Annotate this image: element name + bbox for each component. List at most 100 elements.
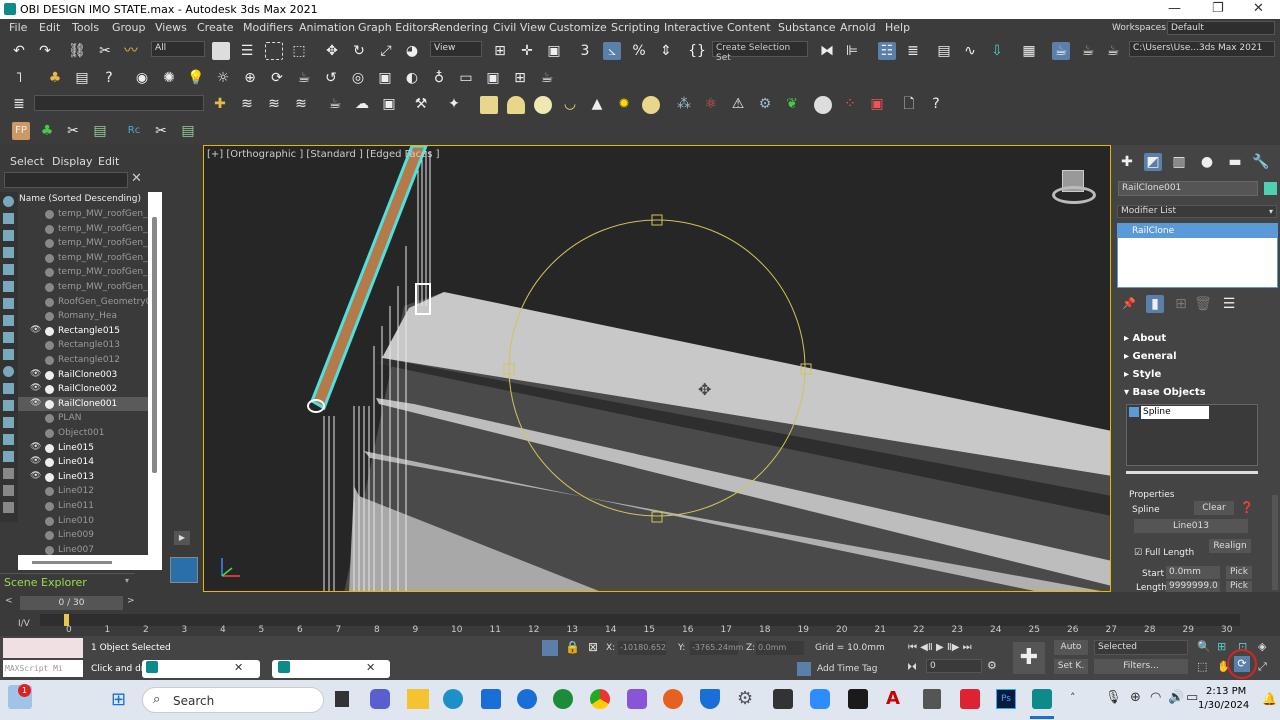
- fp-icon[interactable]: FP: [12, 122, 30, 140]
- settings-icon[interactable]: ⚙: [737, 689, 757, 709]
- snaps-toggle-icon[interactable]: 3: [576, 42, 594, 60]
- notification-bell-icon[interactable]: 🔔: [1262, 692, 1277, 706]
- triangle-icon[interactable]: ⚠: [729, 95, 747, 113]
- column-header[interactable]: Name (Sorted Descending): [18, 192, 148, 207]
- modifier-list-dropdown[interactable]: Modifier List ▾: [1117, 205, 1277, 218]
- visibility-eye-icon[interactable]: 👁: [30, 325, 41, 335]
- rollout-style[interactable]: ▸ Style: [1124, 369, 1161, 380]
- display-helpers-icon[interactable]: [3, 281, 14, 292]
- menu-group[interactable]: Group: [112, 21, 146, 34]
- unlink-icon[interactable]: ✂: [96, 42, 114, 60]
- menu-customize[interactable]: Customize: [549, 21, 607, 34]
- set-key-button[interactable]: Set K.: [1054, 659, 1088, 674]
- percent-snap-icon[interactable]: %: [630, 42, 648, 60]
- display-none-icon[interactable]: [3, 196, 14, 207]
- command-panel-scrollbar[interactable]: [1272, 495, 1278, 590]
- key-filter-dropdown[interactable]: Selected: [1094, 640, 1188, 655]
- store-icon[interactable]: [481, 689, 501, 709]
- camera-app-icon[interactable]: [773, 689, 793, 709]
- pivot-center-icon[interactable]: ⊞: [491, 42, 509, 60]
- viewport-layout-icon[interactable]: [170, 557, 198, 583]
- tooltip-tab-2[interactable]: ✕: [272, 660, 390, 678]
- tab-close-icon[interactable]: ✕: [234, 661, 243, 674]
- railclone-icon[interactable]: Rc: [125, 122, 143, 140]
- zoom-all-icon[interactable]: ⊞: [1217, 640, 1226, 653]
- upwork-icon[interactable]: [553, 689, 573, 709]
- cloud-app-icon[interactable]: [517, 689, 537, 709]
- viewcube[interactable]: [1050, 164, 1098, 208]
- wifi-icon[interactable]: ◠: [1150, 690, 1161, 705]
- windows-start-icon[interactable]: ⊞: [111, 690, 131, 710]
- list-item[interactable]: temp_MW_roofGen_roo: [18, 265, 148, 279]
- display-spacewarps-icon[interactable]: [3, 298, 14, 309]
- picture-frame-icon[interactable]: ▣: [484, 69, 502, 87]
- tab-edit[interactable]: Edit: [98, 155, 119, 168]
- zoom-icon[interactable]: 🔍: [1197, 640, 1211, 653]
- maxscript-mini-listener[interactable]: MAXScript Mi: [3, 660, 83, 677]
- menu-rendering[interactable]: Rendering: [432, 21, 488, 34]
- menu-civil-view[interactable]: Civil View: [493, 21, 546, 34]
- create-tab-icon[interactable]: ✚: [1118, 153, 1136, 171]
- modifier-stack-item[interactable]: RailClone: [1118, 224, 1277, 238]
- hemisphere-icon[interactable]: [507, 96, 525, 114]
- explorer-scrollbar[interactable]: [148, 207, 162, 555]
- table-icon[interactable]: ▤: [91, 122, 109, 140]
- list-item[interactable]: 👁 Line013: [18, 470, 148, 484]
- forest-icon[interactable]: ♣: [46, 69, 64, 87]
- rollout-base-objects[interactable]: ▾ Base Objects: [1124, 387, 1206, 398]
- viewport-label[interactable]: [+] [Orthographic ] [Standard ] [Edged F…: [207, 149, 440, 160]
- explorer-dropdown-icon[interactable]: ▾: [125, 576, 129, 585]
- firefox-icon[interactable]: [663, 689, 683, 709]
- question-icon[interactable]: ?: [927, 95, 945, 113]
- tray-overflow-icon[interactable]: ˄: [1070, 691, 1076, 704]
- viewport-orthographic[interactable]: ✥ [+] [Orthographic ] [Standard ] [Edged…: [203, 145, 1111, 592]
- clock-date[interactable]: 1/30/2024: [1198, 700, 1249, 711]
- teams-icon[interactable]: [370, 689, 390, 709]
- ring-icon[interactable]: ◎: [349, 69, 367, 87]
- key-mode-icon[interactable]: ⏵⏴: [907, 662, 917, 673]
- photoshop-icon[interactable]: Ps: [996, 689, 1016, 709]
- display-cameras-icon[interactable]: [3, 264, 14, 275]
- red-box-icon[interactable]: ▣: [868, 95, 886, 113]
- list-item[interactable]: 👁 RailClone001: [18, 396, 148, 411]
- volume-icon[interactable]: 🔊: [1168, 690, 1184, 705]
- menu-tools[interactable]: Tools: [72, 21, 99, 34]
- current-frame-field[interactable]: 0: [926, 659, 982, 673]
- color-dots-icon[interactable]: ⁘: [841, 95, 859, 113]
- key-filters-button[interactable]: Filters...: [1094, 659, 1188, 674]
- list-item[interactable]: Line011: [18, 499, 148, 513]
- time-slider[interactable]: 0 / 30: [20, 596, 123, 610]
- display-layers-icon[interactable]: [3, 451, 14, 462]
- circle-arrow-icon[interactable]: ↺: [322, 69, 340, 87]
- display-children-icon[interactable]: [3, 417, 14, 428]
- object-color-swatch[interactable]: [1264, 182, 1277, 195]
- curve-editor-mini-icon[interactable]: Ⅰ∕ᐯ: [18, 619, 30, 629]
- tools-icon[interactable]: ✂: [64, 122, 82, 140]
- app-purple-icon[interactable]: [627, 689, 647, 709]
- grid-frame-icon[interactable]: ⊞: [511, 69, 529, 87]
- pdf-icon[interactable]: [960, 689, 980, 709]
- list-item[interactable]: Romany_Hea: [18, 309, 148, 323]
- layer-explorer-icon[interactable]: ≣: [904, 42, 922, 60]
- close-icon[interactable]: ✕: [1253, 1, 1264, 16]
- layer-stack-icon[interactable]: ≋: [292, 95, 310, 113]
- redo-icon[interactable]: ↷: [36, 42, 54, 60]
- tree-icon[interactable]: ♣: [38, 122, 56, 140]
- menu-modifiers[interactable]: Modifiers: [243, 21, 293, 34]
- layer-dropdown[interactable]: [34, 95, 204, 111]
- y-coord-field[interactable]: -3765.24mm: [690, 641, 744, 655]
- tab-close-icon[interactable]: ✕: [366, 661, 375, 674]
- set-key-icon[interactable]: ✚: [1013, 642, 1045, 674]
- layers-icon[interactable]: ≣: [10, 95, 28, 113]
- capcut-icon[interactable]: [848, 689, 868, 709]
- visibility-eye-icon[interactable]: 👁: [30, 442, 41, 452]
- rendered-frame-icon[interactable]: ☕: [1079, 42, 1097, 60]
- menu-create[interactable]: Create: [197, 21, 234, 34]
- field-of-view-icon[interactable]: ◈: [1258, 640, 1266, 653]
- list-item[interactable]: 👁 Line014: [18, 455, 148, 469]
- viewcube-ring[interactable]: [1052, 186, 1096, 204]
- window-crossing-icon[interactable]: ⬚: [290, 42, 308, 60]
- list-item[interactable]: Rectangle013: [18, 338, 148, 352]
- time-tag-icon[interactable]: [797, 662, 811, 676]
- edit-named-selection-icon[interactable]: {}: [688, 42, 706, 60]
